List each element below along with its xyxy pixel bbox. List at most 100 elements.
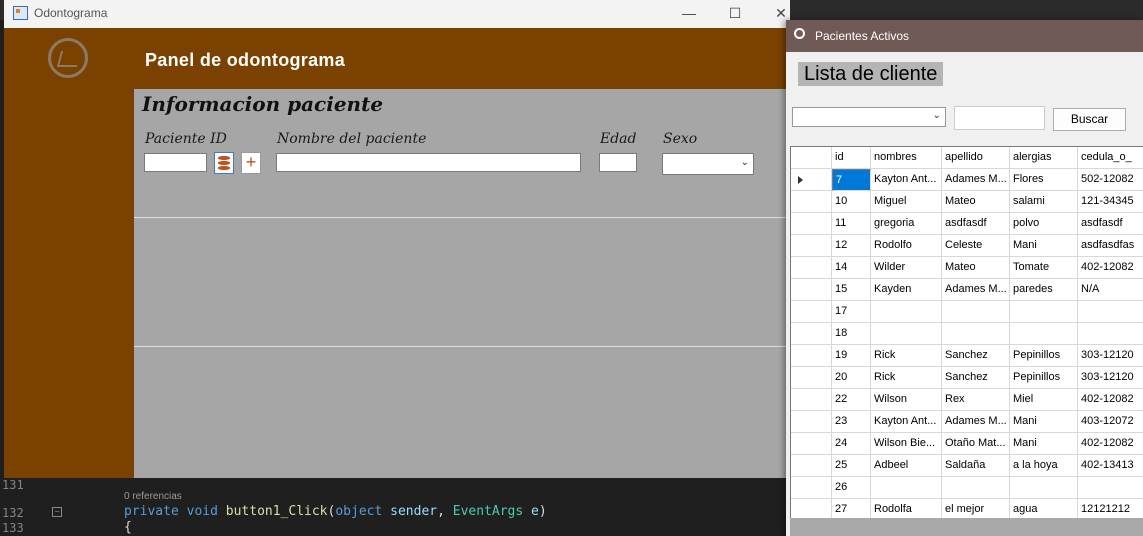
database-search-button[interactable] <box>214 152 234 174</box>
title-bar[interactable]: Pacientes Activos <box>786 20 1143 52</box>
table-cell-nombres[interactable] <box>871 301 942 323</box>
table-cell-id[interactable]: 14 <box>832 257 871 279</box>
table-cell-cedula_o_[interactable]: 403-12072 <box>1078 411 1143 433</box>
table-row[interactable]: 11 gregoria asdfasdf polvo asdfasdf <box>791 213 1143 235</box>
table-cell-cedula_o_[interactable]: N/A <box>1078 279 1143 301</box>
table-cell-cedula_o_[interactable] <box>1078 323 1143 345</box>
table-cell-id[interactable]: 24 <box>832 433 871 455</box>
table-cell-nombres[interactable]: Rick <box>871 367 942 389</box>
table-cell-apellido[interactable]: Mateo <box>942 257 1010 279</box>
table-cell-cedula_o_[interactable]: 402-12082 <box>1078 433 1143 455</box>
row-header[interactable] <box>791 301 832 323</box>
table-cell-alergias[interactable]: polvo <box>1010 213 1078 235</box>
table-cell-id[interactable]: 18 <box>832 323 871 345</box>
table-cell-cedula_o_[interactable]: asdfasdfas <box>1078 235 1143 257</box>
table-cell-cedula_o_[interactable] <box>1078 301 1143 323</box>
search-button[interactable]: Buscar <box>1053 108 1126 131</box>
table-cell-nombres[interactable]: Wilder <box>871 257 942 279</box>
minimize-button[interactable]: — <box>674 3 704 23</box>
table-cell-apellido[interactable]: Mateo <box>942 191 1010 213</box>
table-cell-apellido[interactable] <box>942 301 1010 323</box>
table-cell-nombres[interactable]: Kayton Ant... <box>871 411 942 433</box>
row-header[interactable] <box>791 389 832 411</box>
grid-header-row[interactable]: id nombres apellido alergias cedula_o_ <box>791 147 1143 169</box>
collapse-icon[interactable]: − <box>52 507 62 517</box>
row-header[interactable] <box>791 257 832 279</box>
table-cell-alergias[interactable]: salami <box>1010 191 1078 213</box>
row-header[interactable] <box>791 433 832 455</box>
column-header-alergias[interactable]: alergias <box>1010 147 1078 169</box>
table-cell-apellido[interactable]: Rex <box>942 389 1010 411</box>
table-cell-id[interactable]: 12 <box>832 235 871 257</box>
table-cell-alergias[interactable]: Mani <box>1010 433 1078 455</box>
table-cell-id[interactable]: 26 <box>832 477 871 499</box>
table-row[interactable]: 20 Rick Sanchez Pepinillos 303-12120 <box>791 367 1143 389</box>
column-header-id[interactable]: id <box>832 147 871 169</box>
table-cell-nombres[interactable]: Wilson Bie... <box>871 433 942 455</box>
table-cell-cedula_o_[interactable]: 303-12120 <box>1078 345 1143 367</box>
row-header[interactable] <box>791 323 832 345</box>
table-cell-apellido[interactable]: Sanchez <box>942 345 1010 367</box>
table-row[interactable]: 17 <box>791 301 1143 323</box>
table-cell-nombres[interactable]: Kayden <box>871 279 942 301</box>
table-cell-cedula_o_[interactable]: asdfasdf <box>1078 213 1143 235</box>
table-row[interactable]: 23 Kayton Ant... Adames M... Mani 403-12072 <box>791 411 1143 433</box>
table-row[interactable]: 19 Rick Sanchez Pepinillos 303-12120 <box>791 345 1143 367</box>
age-input[interactable] <box>599 153 637 172</box>
table-cell-cedula_o_[interactable]: 121-34345 <box>1078 191 1143 213</box>
table-cell-apellido[interactable]: Sanchez <box>942 367 1010 389</box>
table-cell-alergias[interactable]: agua <box>1010 499 1078 519</box>
table-cell-alergias[interactable]: Flores <box>1010 169 1078 191</box>
table-cell-apellido[interactable]: Adames M... <box>942 169 1010 191</box>
table-row[interactable]: 24 Wilson Bie... Otaño Mat... Mani 402-12082 <box>791 433 1143 455</box>
table-cell-apellido[interactable]: asdfasdf <box>942 213 1010 235</box>
column-header-apellido[interactable]: apellido <box>942 147 1010 169</box>
table-cell-alergias[interactable]: Mani <box>1010 235 1078 257</box>
table-cell-alergias[interactable]: a la hoya <box>1010 455 1078 477</box>
table-cell-id[interactable]: 20 <box>832 367 871 389</box>
table-cell-id[interactable]: 15 <box>832 279 871 301</box>
table-cell-cedula_o_[interactable]: 402-12082 <box>1078 389 1143 411</box>
table-cell-alergias[interactable]: Pepinillos <box>1010 345 1078 367</box>
table-cell-id[interactable]: 7 <box>832 169 871 191</box>
table-row[interactable]: 22 Wilson Rex Miel 402-12082 <box>791 389 1143 411</box>
table-cell-cedula_o_[interactable]: 402-13413 <box>1078 455 1143 477</box>
table-cell-cedula_o_[interactable]: 402-12082 <box>1078 257 1143 279</box>
table-cell-alergias[interactable] <box>1010 301 1078 323</box>
table-cell-apellido[interactable]: Saldaña <box>942 455 1010 477</box>
row-header[interactable] <box>791 191 832 213</box>
table-cell-id[interactable]: 17 <box>832 301 871 323</box>
table-cell-cedula_o_[interactable]: 303-12120 <box>1078 367 1143 389</box>
table-cell-apellido[interactable] <box>942 477 1010 499</box>
row-header[interactable] <box>791 455 832 477</box>
code-lens-references[interactable]: 0 referencias <box>124 491 182 502</box>
table-cell-id[interactable]: 27 <box>832 499 871 519</box>
table-row[interactable]: 26 <box>791 477 1143 499</box>
table-cell-id[interactable]: 25 <box>832 455 871 477</box>
code-line-brace[interactable]: { <box>124 520 132 535</box>
row-header[interactable] <box>791 279 832 301</box>
table-cell-nombres[interactable] <box>871 323 942 345</box>
table-cell-id[interactable]: 10 <box>832 191 871 213</box>
table-cell-cedula_o_[interactable]: 12121212 <box>1078 499 1143 519</box>
column-header-cedula_o_[interactable]: cedula_o_ <box>1078 147 1143 169</box>
table-cell-id[interactable]: 23 <box>832 411 871 433</box>
table-row[interactable]: 15 Kayden Adames M... paredes N/A <box>791 279 1143 301</box>
row-header[interactable] <box>791 235 832 257</box>
add-patient-button[interactable]: + <box>241 152 261 174</box>
table-cell-id[interactable]: 22 <box>832 389 871 411</box>
table-cell-alergias[interactable]: paredes <box>1010 279 1078 301</box>
title-bar[interactable]: Odontograma — ☐ ✕ <box>4 0 790 28</box>
table-cell-nombres[interactable]: Rodolfa <box>871 499 942 519</box>
table-cell-apellido[interactable] <box>942 323 1010 345</box>
table-cell-apellido[interactable]: Adames M... <box>942 279 1010 301</box>
table-row[interactable]: 10 Miguel Mateo salami 121-34345 <box>791 191 1143 213</box>
table-cell-id[interactable]: 19 <box>832 345 871 367</box>
table-row[interactable]: 7 Kayton Ant... Adames M... Flores 502-12082 <box>791 169 1143 191</box>
sex-select[interactable]: ⌄ <box>662 153 754 175</box>
row-header[interactable] <box>791 345 832 367</box>
table-cell-nombres[interactable]: Wilson <box>871 389 942 411</box>
table-cell-cedula_o_[interactable] <box>1078 477 1143 499</box>
table-row[interactable]: 25 Adbeel Saldaña a la hoya 402-13413 <box>791 455 1143 477</box>
row-header[interactable] <box>791 411 832 433</box>
